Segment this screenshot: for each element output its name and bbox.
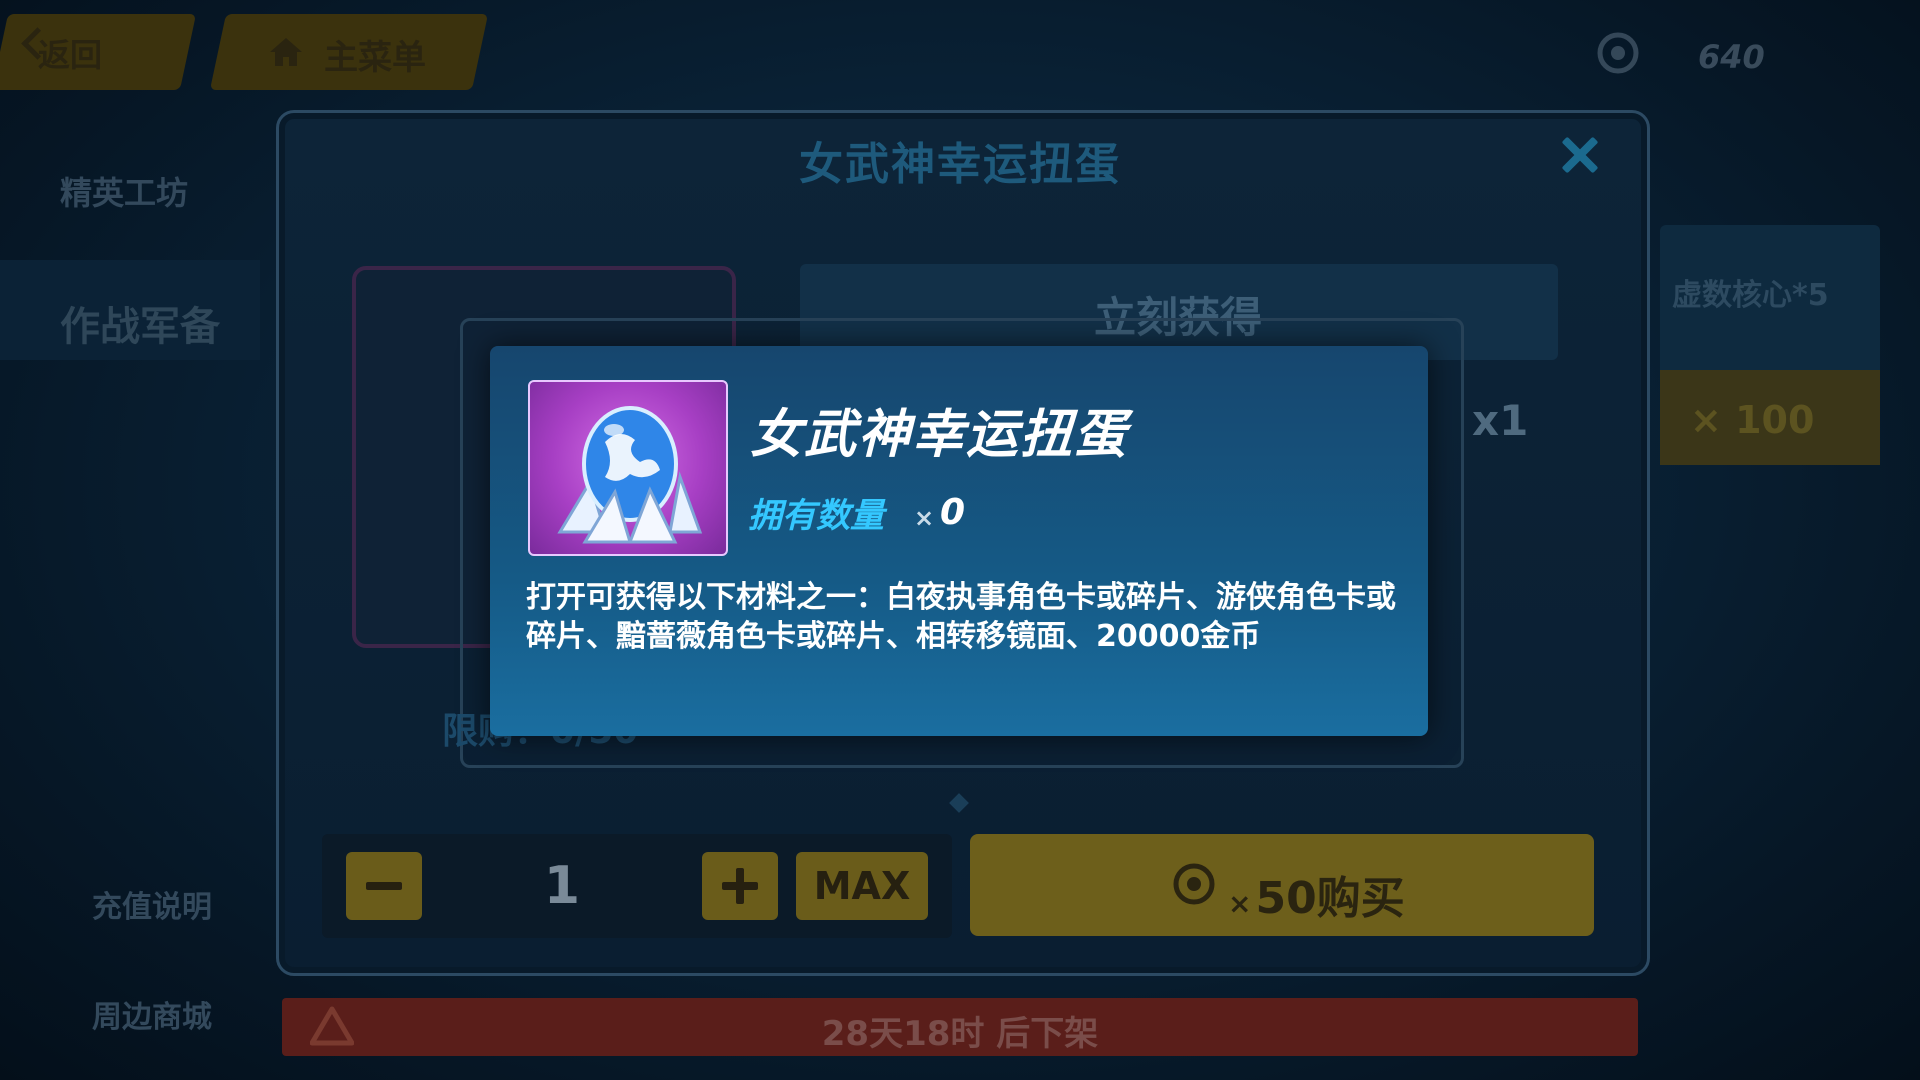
dialog-title: 女武神幸运扭蛋 xyxy=(799,139,1121,190)
item-name: 女武神幸运扭蛋 xyxy=(750,405,1129,465)
gacha-egg-icon xyxy=(557,406,703,544)
decrease-button[interactable] xyxy=(346,852,422,920)
home-icon xyxy=(270,38,302,66)
close-icon[interactable] xyxy=(1560,135,1600,175)
owned-count-label: 拥有数量 xyxy=(748,496,884,536)
timer-text: 28天18时 后下架 xyxy=(821,1014,1099,1054)
max-button[interactable]: MAX xyxy=(796,852,928,920)
background-card-price: × 100 xyxy=(1690,398,1815,442)
sidebar-item-combat-gear[interactable]: 作战军备 xyxy=(60,294,220,352)
reward-count: x1 xyxy=(1472,396,1529,445)
buy-button-label: ×50购买 xyxy=(1228,862,1405,926)
item-icon-frame xyxy=(528,380,728,556)
main-menu-label: 主菜单 xyxy=(324,38,426,78)
sidebar-item-recharge-info[interactable]: 充值说明 xyxy=(92,882,212,926)
buy-price-text: 50购买 xyxy=(1255,873,1405,924)
currency-value: 640 xyxy=(1698,38,1765,76)
owned-count-value: 0 xyxy=(940,492,966,533)
gear-coin-icon xyxy=(1173,863,1215,905)
gear-coin-icon xyxy=(1597,32,1639,74)
owned-multiplier: × xyxy=(914,504,935,532)
quantity-value[interactable]: 1 xyxy=(540,856,584,916)
item-description: 打开可获得以下材料之一：白夜执事角色卡或碎片、游侠角色卡或碎片、黯蔷薇角色卡或碎… xyxy=(526,580,1396,654)
buy-multiplier: × xyxy=(1228,887,1252,920)
increase-button[interactable] xyxy=(702,852,778,920)
back-button-label: 返回 xyxy=(38,36,103,74)
background-card-label: 虚数核心*5 xyxy=(1672,278,1829,313)
